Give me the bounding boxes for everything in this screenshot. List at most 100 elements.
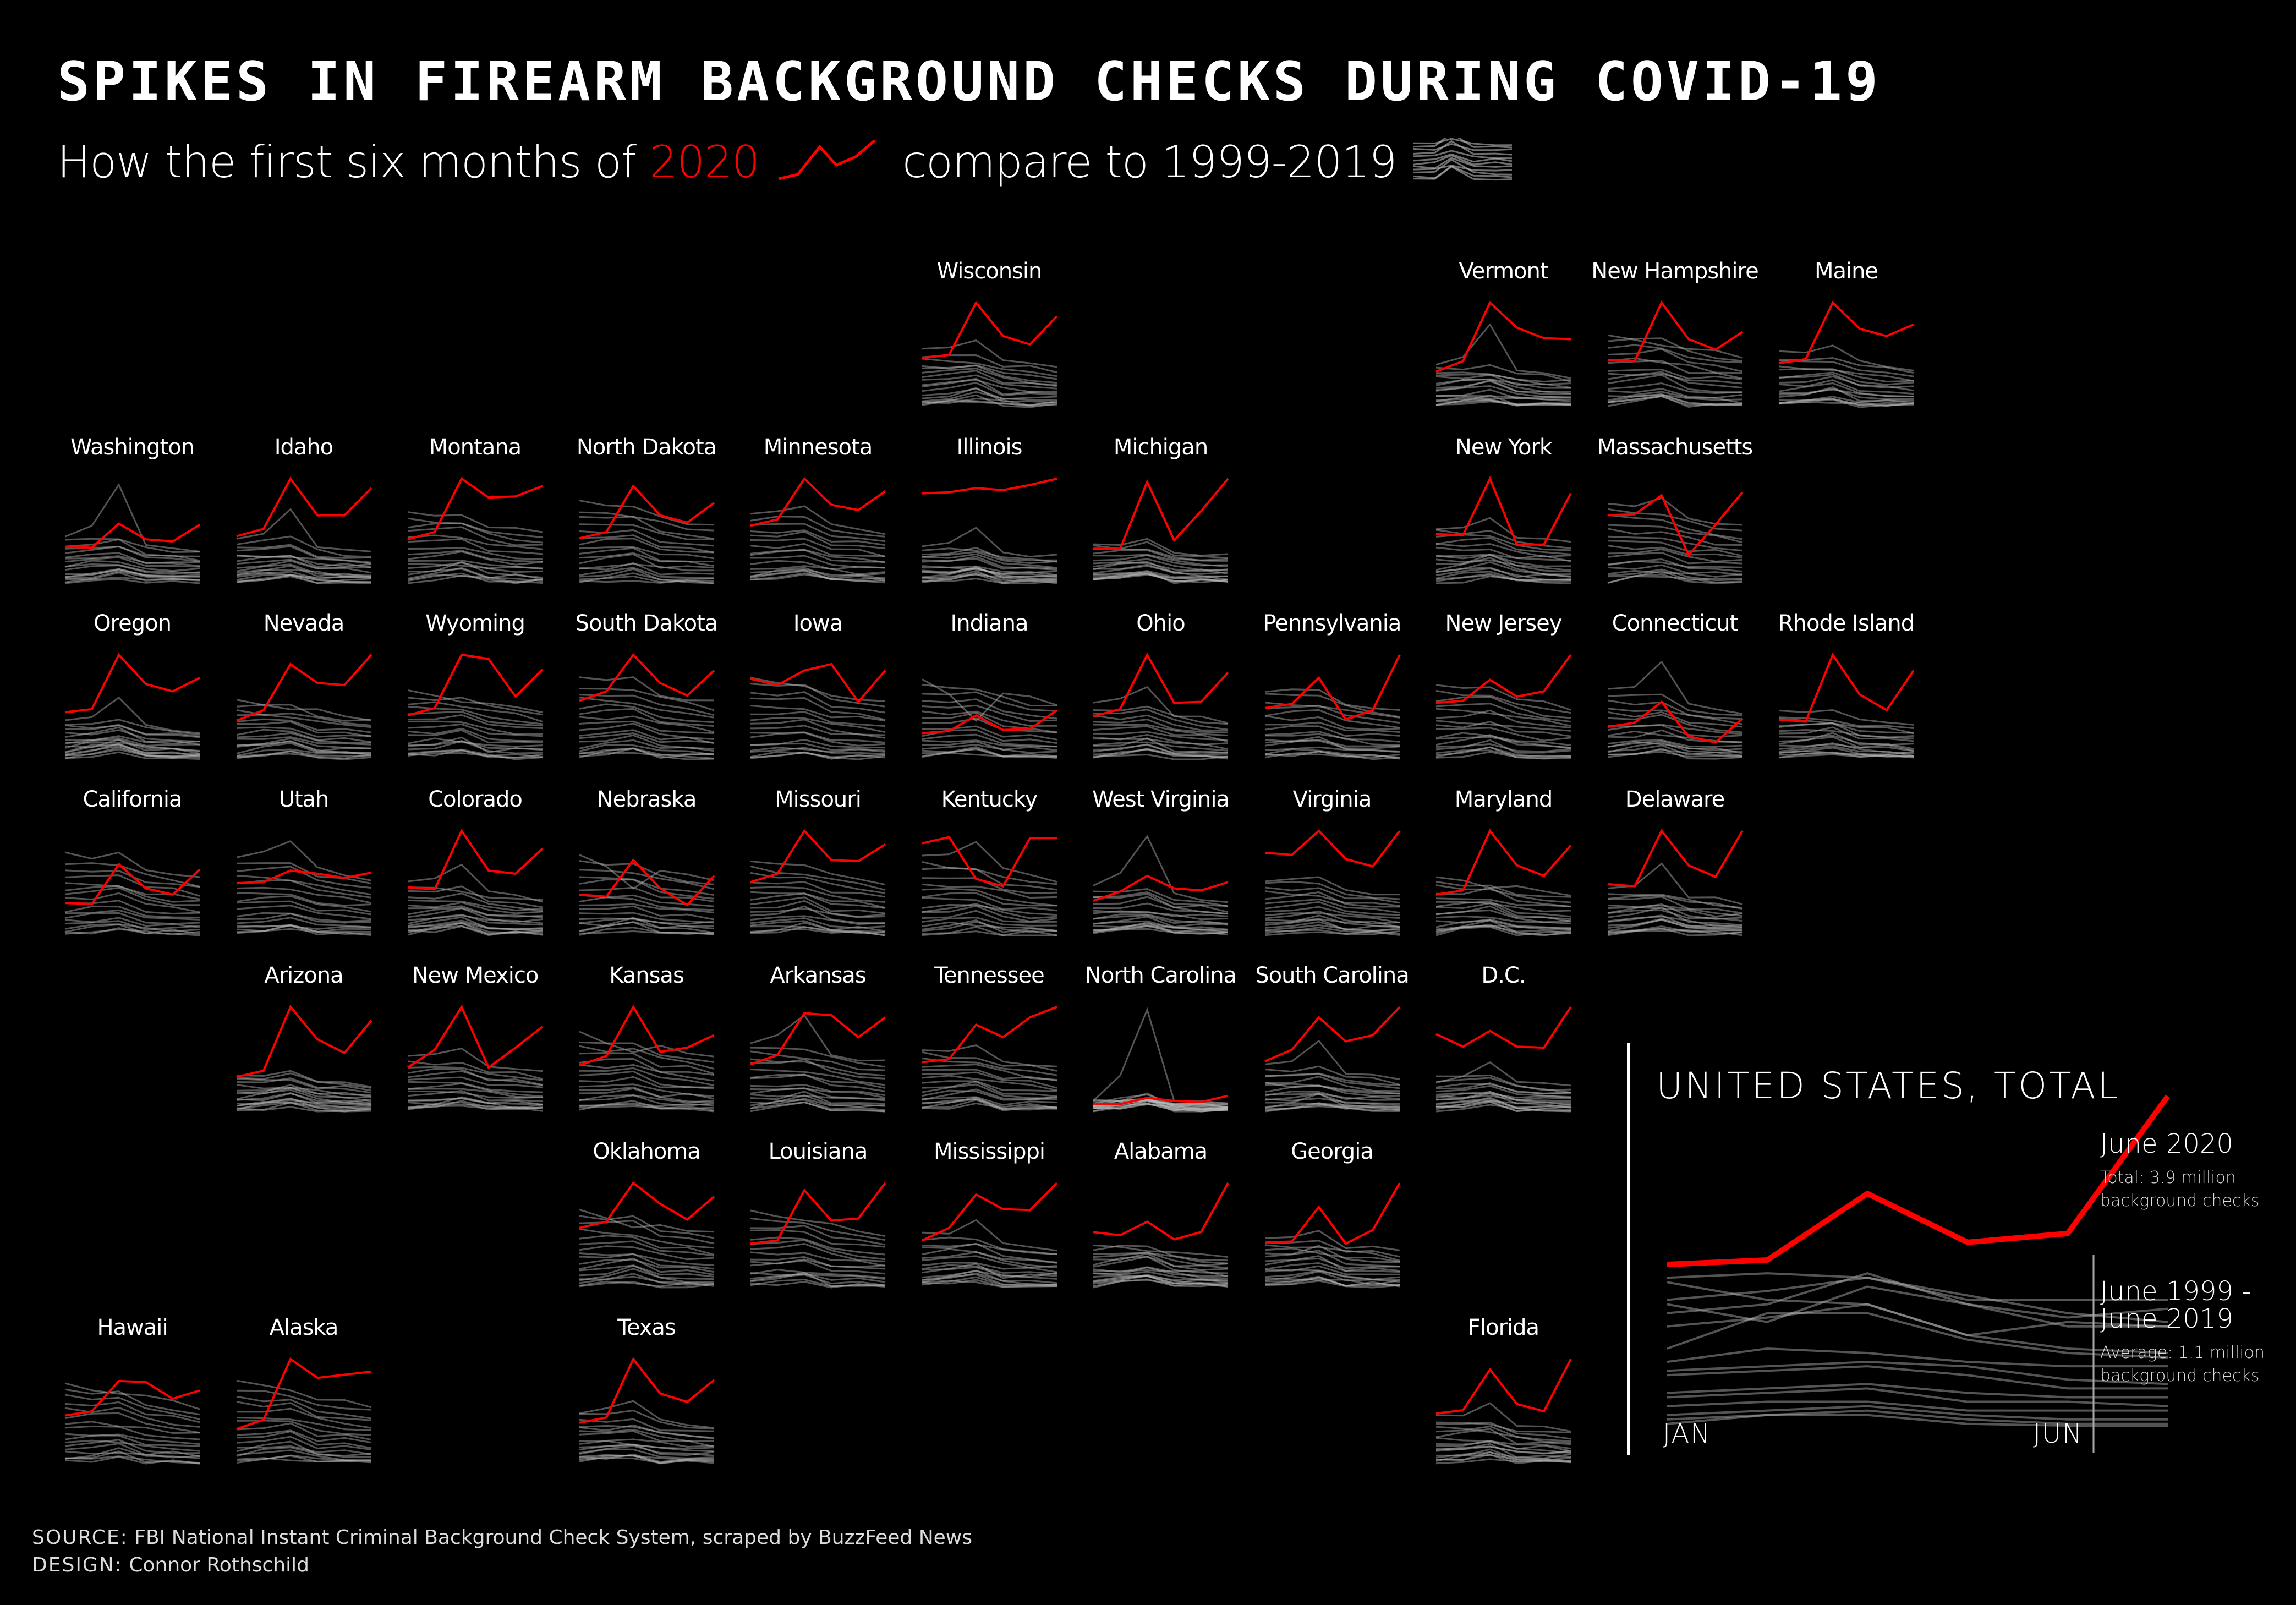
state-label: Massachusetts <box>1597 435 1753 460</box>
legend-2020-line-icon <box>778 140 876 180</box>
state-sparkline <box>1093 1182 1229 1289</box>
state-sparkline <box>64 1379 200 1465</box>
state-label: Colorado <box>428 787 523 812</box>
line-2020 <box>1607 829 1744 888</box>
line-2020 <box>922 478 1057 495</box>
history-line <box>64 851 200 878</box>
state-sparkline <box>750 829 886 936</box>
history-line <box>1435 703 1571 723</box>
line-2020 <box>407 828 544 891</box>
state-sparkline <box>1264 829 1401 936</box>
us-total-chart <box>1667 1094 2171 1453</box>
state-sparkline <box>64 483 201 584</box>
line-2020 <box>64 522 201 549</box>
annotation-history-title-1: June 1999 - <box>2100 1276 2251 1307</box>
state-sparkline <box>1264 654 1401 760</box>
state-label: Oklahoma <box>593 1139 701 1164</box>
history-line <box>922 747 1057 759</box>
state-sparkline <box>922 478 1057 584</box>
annotation-2020-title: June 2020 <box>2100 1129 2233 1159</box>
state-sparkline <box>1435 1359 1572 1465</box>
state-label: Vermont <box>1459 259 1548 284</box>
state-label: Kansas <box>609 963 684 988</box>
state-sparkline <box>579 484 715 584</box>
state-label: Idaho <box>274 435 334 460</box>
history-line <box>579 511 714 532</box>
state-sparkline <box>922 1006 1057 1111</box>
state-label: Mississippi <box>933 1139 1045 1164</box>
state-sparkline <box>921 678 1057 759</box>
state-sparkline <box>578 1004 715 1113</box>
line-2020 <box>407 477 543 541</box>
history-line <box>922 841 1057 883</box>
history-line <box>236 535 371 558</box>
state-sparkline <box>1435 654 1572 760</box>
annotation-history-title-2: June 2019 <box>2100 1303 2233 1334</box>
history-line <box>579 1070 714 1088</box>
state-label: Maine <box>1814 259 1878 284</box>
state-sparkline <box>1093 478 1229 584</box>
line-2020 <box>407 653 544 717</box>
state-label: Michigan <box>1113 435 1208 460</box>
state-sparkline <box>1435 1006 1572 1113</box>
source-value: FBI National Instant Criminal Background… <box>134 1526 972 1549</box>
line-2020 <box>64 653 200 714</box>
history-line <box>407 567 543 582</box>
state-sparkline <box>1778 300 1914 408</box>
line-2020 <box>750 1182 886 1245</box>
chart-title: SPIKES IN FIREARM BACKGROUND CHECKS DURI… <box>57 51 1882 113</box>
history-line <box>407 697 543 716</box>
us-line-2020 <box>1667 1094 2171 1268</box>
line-2020 <box>1435 654 1572 704</box>
state-label: Virginia <box>1292 787 1372 812</box>
x-label-jun: JUN <box>2033 1418 2084 1449</box>
line-2020 <box>1778 300 1914 365</box>
subtitle-pre: How the first six months of <box>57 136 637 188</box>
state-label: Nevada <box>263 611 345 636</box>
state-label: Pennsylvania <box>1263 611 1402 636</box>
state-label: Washington <box>70 435 195 460</box>
state-label: Minnesota <box>763 435 873 460</box>
state-label: Maryland <box>1454 787 1553 812</box>
subtitle-year: 2020 <box>649 136 760 188</box>
state-sparkline <box>1264 1006 1400 1113</box>
history-line <box>1607 660 1742 715</box>
history-line <box>64 1433 200 1445</box>
history-line <box>64 483 200 553</box>
state-label: Illinois <box>956 435 1023 460</box>
state-label: Louisiana <box>768 1139 868 1164</box>
state-label: New Hampshire <box>1591 259 1758 284</box>
state-sparkline <box>578 653 715 760</box>
state-label: Indiana <box>950 611 1028 636</box>
footer: SOURCE: FBI National Instant Criminal Ba… <box>32 1524 972 1579</box>
state-label: Missouri <box>775 787 862 812</box>
line-2020 <box>750 476 886 527</box>
line-2020 <box>1093 478 1229 550</box>
state-sparkline <box>1264 1182 1401 1289</box>
state-label: Georgia <box>1291 1139 1374 1164</box>
state-sparkline <box>750 1182 886 1289</box>
state-label: Oregon <box>94 611 172 636</box>
line-2020 <box>236 1005 372 1078</box>
line-2020 <box>578 1004 715 1067</box>
state-sparkline <box>750 1012 886 1113</box>
history-line <box>236 1379 371 1409</box>
state-sparkline <box>236 1005 372 1113</box>
state-sparkline <box>407 477 543 584</box>
line-2020 <box>750 829 886 884</box>
history-line <box>922 339 1057 368</box>
state-label: Wisconsin <box>936 259 1043 284</box>
line-2020 <box>1435 300 1571 373</box>
state-sparkline <box>235 476 372 584</box>
annotation-2020-line2: background checks <box>2100 1191 2260 1210</box>
line-2020 <box>1093 652 1229 718</box>
state-label: D.C. <box>1481 963 1526 988</box>
state-label: Rhode Island <box>1778 611 1915 636</box>
state-sparkline <box>922 836 1057 936</box>
state-sparkline <box>235 1357 371 1464</box>
state-sparkline <box>1607 491 1744 584</box>
history-line <box>1607 337 1742 362</box>
state-sparkline <box>1607 660 1743 760</box>
history-line <box>750 516 886 538</box>
annotation-history-line1: Average: 1.1 million <box>2100 1343 2265 1362</box>
